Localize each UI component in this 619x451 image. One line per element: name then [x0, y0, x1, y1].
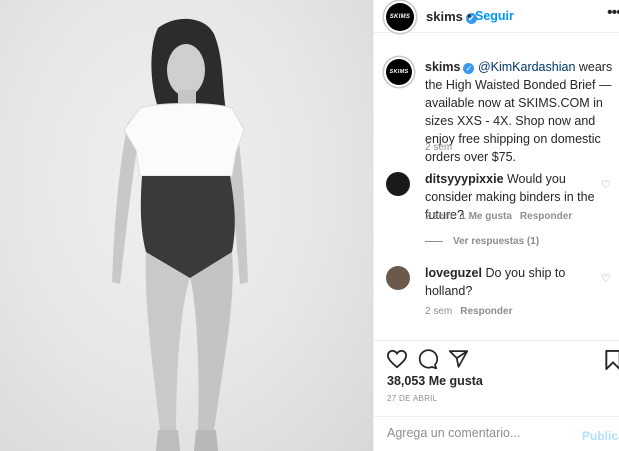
caption-avatar-text: SKIMS	[389, 69, 409, 75]
caption-meta: 2 sem	[425, 142, 452, 153]
post-side-panel: SKIMS skims✓ • Seguir ••• SKIMS skims✓ @…	[373, 0, 619, 451]
view-replies-button[interactable]: Ver respuestas (1)	[425, 236, 539, 247]
bookmark-icon[interactable]	[604, 349, 619, 370]
comment-username-2[interactable]: loveguzel	[425, 266, 482, 280]
caption-verified-badge-icon: ✓	[463, 63, 475, 74]
caption-mention[interactable]: @KimKardashian	[478, 60, 575, 74]
header-separator: •	[467, 9, 472, 23]
comment-time-1[interactable]: 2 sem	[425, 211, 452, 222]
comment-time-2[interactable]: 2 sem	[425, 306, 452, 317]
view-replies-label: Ver respuestas (1)	[453, 236, 540, 247]
publish-button[interactable]: Publicar	[582, 429, 619, 443]
comment-username-1[interactable]: ditsyyypixxie	[425, 172, 504, 186]
comment-meta-1: 2 sem 1 Me gusta Responder	[425, 211, 572, 222]
follow-button[interactable]: Seguir	[475, 9, 514, 23]
caption-avatar[interactable]: SKIMS	[386, 59, 412, 85]
header-username-text: skims	[426, 9, 463, 24]
comment-like-heart-icon[interactable]: ♡	[601, 272, 611, 285]
add-comment-input[interactable]	[387, 426, 567, 440]
replies-divider	[425, 241, 443, 242]
caption-text: skims ✓ @KimKardashian wears the High Wai…	[425, 58, 615, 166]
likes-count[interactable]: 38,053 Me gusta	[387, 374, 483, 388]
comment-reply-button-1[interactable]: Responder	[520, 211, 572, 222]
avatar-text: SKIMS	[389, 14, 411, 20]
comments-list[interactable]: SKIMS skims ✓ @KimKardashian wears the Hi…	[374, 48, 619, 338]
more-options-icon[interactable]: •••	[607, 4, 619, 22]
caption-time[interactable]: 2 sem	[425, 142, 452, 153]
comment-bubble-icon[interactable]	[417, 349, 438, 370]
post-date[interactable]: 27 DE ABRIL	[387, 394, 437, 403]
paper-plane-icon[interactable]	[448, 349, 469, 369]
comment-reply-button-2[interactable]: Responder	[460, 306, 512, 317]
skims-avatar[interactable]: SKIMS	[386, 3, 414, 31]
comment-likes-1[interactable]: 1 Me gusta	[460, 211, 512, 222]
comment-like-heart-icon[interactable]: ♡	[601, 178, 611, 191]
comment-text-2: loveguzel Do you ship to holland?	[425, 264, 615, 300]
post-photo	[0, 0, 373, 451]
caption-username[interactable]: skims	[425, 60, 460, 74]
post-actions: 38,053 Me gusta 27 DE ABRIL Publicar	[374, 340, 619, 448]
comment-meta-2: 2 sem Responder	[425, 306, 512, 317]
comment-avatar-ditsyyypixxie[interactable]	[386, 172, 410, 196]
heart-icon[interactable]	[386, 349, 408, 369]
model-photo-illustration	[112, 18, 248, 451]
caption-body: wears the High Waisted Bonded Brief — av…	[425, 60, 613, 164]
post-header: SKIMS skims✓ • Seguir •••	[374, 0, 619, 33]
comment-avatar-loveguzel[interactable]	[386, 266, 410, 290]
add-comment-row: Publicar	[374, 416, 619, 449]
